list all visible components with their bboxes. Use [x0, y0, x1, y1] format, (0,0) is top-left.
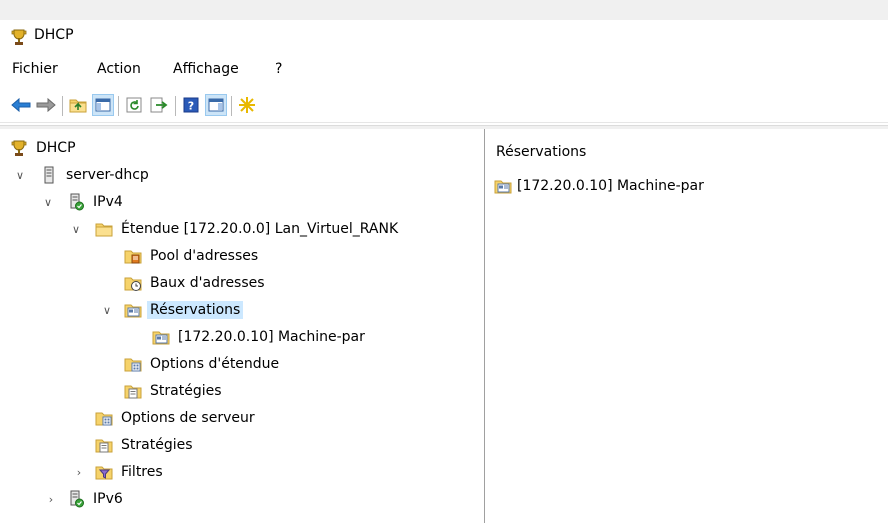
reservations-icon: [124, 301, 142, 319]
tree-node-pool[interactable]: Pool d'adresses: [124, 244, 261, 268]
policies-icon: [95, 436, 113, 454]
tree-node-ipv6[interactable]: IPv6: [67, 487, 126, 511]
tree-node-filters[interactable]: Filtres: [95, 460, 166, 484]
tree-node-server-policies[interactable]: Stratégies: [95, 433, 196, 457]
toolbar: ?: [0, 89, 888, 123]
details-header: Réservations: [496, 144, 587, 160]
chevron-down-icon[interactable]: ∨: [41, 195, 55, 209]
tree-node-dhcp[interactable]: DHCP: [10, 136, 79, 160]
list-item[interactable]: [172.20.0.10] Machine-par: [494, 176, 704, 196]
menu-fichier[interactable]: Fichier: [12, 61, 58, 77]
list-item-label: [172.20.0.10] Machine-par: [517, 178, 704, 194]
tree-node-ipv4[interactable]: IPv4: [67, 190, 126, 214]
ipv4-icon: [67, 193, 85, 211]
reservation-icon: [494, 177, 512, 195]
back-arrow-icon[interactable]: [10, 94, 32, 116]
policies-icon: [124, 382, 142, 400]
tree-label: server-dhcp: [66, 167, 149, 183]
title-bar: DHCP: [0, 20, 888, 52]
tree-label: DHCP: [36, 140, 76, 156]
menu-bar: Fichier Action Affichage ?: [0, 54, 888, 86]
tree-label: Options de serveur: [121, 410, 255, 426]
address-leases-icon: [124, 274, 142, 292]
server-icon: [40, 166, 58, 184]
reservation-icon: [152, 328, 170, 346]
tree-node-server-options[interactable]: Options de serveur: [95, 406, 258, 430]
help-icon[interactable]: ?: [180, 94, 202, 116]
chevron-right-icon[interactable]: ›: [44, 492, 58, 506]
toolbar-separator: [175, 96, 176, 116]
tree-label: IPv4: [93, 194, 123, 210]
chevron-down-icon[interactable]: ∨: [69, 222, 83, 236]
tree-node-server[interactable]: server-dhcp: [40, 163, 152, 187]
tree-node-scope[interactable]: Étendue [172.20.0.0] Lan_Virtuel_RANK: [95, 217, 401, 241]
scope-options-icon: [124, 355, 142, 373]
chevron-right-icon[interactable]: ›: [72, 465, 86, 479]
refresh-icon[interactable]: [123, 94, 145, 116]
address-pool-icon: [124, 247, 142, 265]
tree-label: [172.20.0.10] Machine-par: [178, 329, 365, 345]
window-top-strip: [0, 0, 888, 20]
up-folder-icon[interactable]: [67, 94, 89, 116]
window-title: DHCP: [34, 27, 74, 43]
ipv6-icon: [67, 490, 85, 508]
tree-label: Options d'étendue: [150, 356, 280, 372]
tree-node-reservation-item[interactable]: [172.20.0.10] Machine-par: [152, 325, 368, 349]
tree-label: Filtres: [121, 464, 163, 480]
tree-node-scope-policies[interactable]: Stratégies: [124, 379, 225, 403]
folder-icon: [95, 220, 113, 238]
menu-action[interactable]: Action: [97, 61, 141, 77]
dhcp-trophy-icon: [10, 28, 28, 46]
toolbar-separator: [118, 96, 119, 116]
menu-help[interactable]: ?: [275, 61, 282, 77]
dhcp-trophy-icon: [10, 139, 28, 157]
tree-label: Réservations: [147, 301, 244, 319]
tree-label: Stratégies: [121, 437, 193, 453]
export-list-icon[interactable]: [148, 94, 170, 116]
tree-label: Stratégies: [150, 383, 222, 399]
show-hide-console-tree-icon[interactable]: [92, 94, 114, 116]
tree-label: IPv6: [93, 491, 123, 507]
action-pane-icon[interactable]: [205, 94, 227, 116]
server-options-icon: [95, 409, 113, 427]
chevron-down-icon[interactable]: ∨: [13, 168, 27, 182]
new-star-icon[interactable]: [236, 94, 258, 116]
forward-arrow-icon[interactable]: [35, 94, 57, 116]
toolbar-separator: [231, 96, 232, 116]
tree-label: Baux d'adresses: [150, 275, 265, 291]
tree-node-leases[interactable]: Baux d'adresses: [124, 271, 268, 295]
menu-affichage[interactable]: Affichage: [173, 61, 239, 77]
tree-label: Pool d'adresses: [150, 248, 259, 264]
chevron-down-icon[interactable]: ∨: [100, 303, 114, 317]
toolbar-separator: [62, 96, 63, 116]
tree-node-reservations[interactable]: Réservations: [124, 298, 244, 322]
tree-node-scope-options[interactable]: Options d'étendue: [124, 352, 282, 376]
tree-label: Étendue [172.20.0.0] Lan_Virtuel_RANK: [121, 221, 399, 237]
svg-text:?: ?: [188, 100, 194, 113]
filter-icon: [95, 463, 113, 481]
